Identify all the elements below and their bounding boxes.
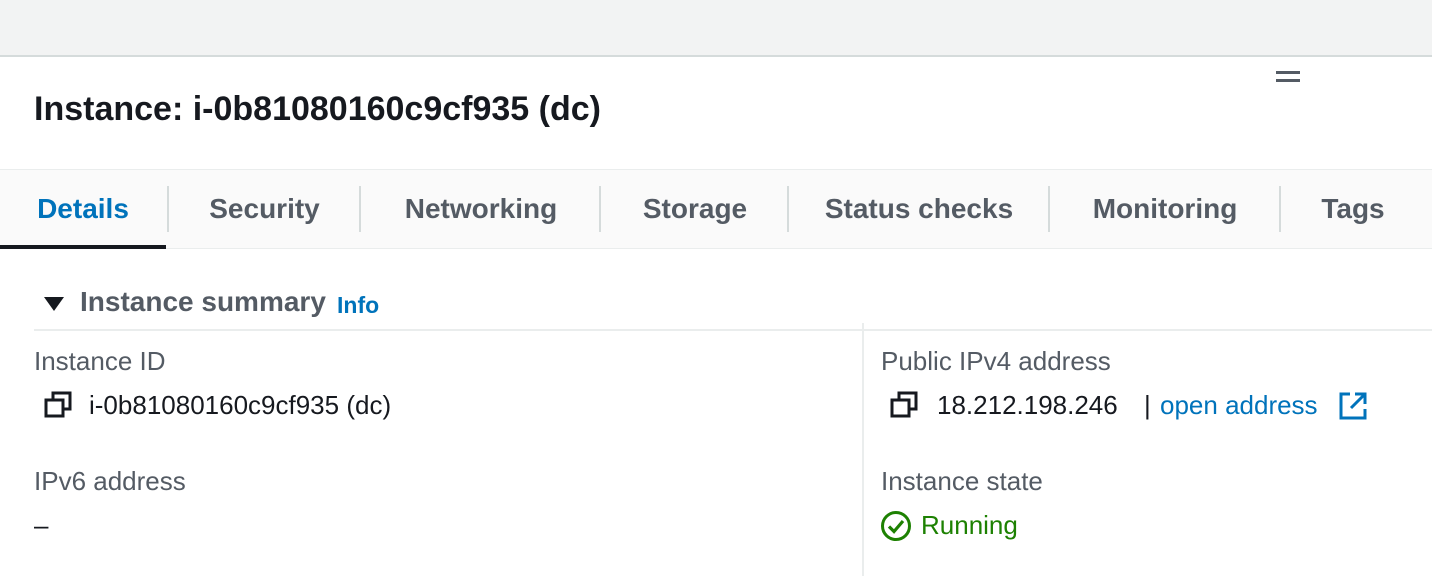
tab-storage[interactable]: Storage: [602, 170, 788, 248]
tab-divider: [359, 186, 361, 232]
public-ipv4-value: 18.212.198.246: [937, 390, 1118, 420]
tab-status-checks[interactable]: Status checks: [790, 170, 1048, 248]
external-link-icon[interactable]: [1338, 391, 1368, 421]
tab-networking[interactable]: Networking: [362, 170, 600, 248]
instance-id-value: i-0b81080160c9cf935 (dc): [89, 390, 392, 420]
value-separator: |: [1144, 390, 1151, 420]
tab-monitoring[interactable]: Monitoring: [1050, 170, 1280, 248]
public-ipv4-label: Public IPv4 address: [881, 346, 1111, 376]
drag-handle-icon[interactable]: [1276, 70, 1300, 84]
copy-icon[interactable]: [43, 391, 73, 419]
instance-id-label: Instance ID: [34, 346, 166, 376]
section-title: Instance summary: [80, 286, 326, 317]
tab-bar: Details Security Networking Storage Stat…: [0, 170, 1432, 249]
check-circle-icon: [880, 510, 912, 542]
tab-divider: [1048, 186, 1050, 232]
tab-tags[interactable]: Tags: [1282, 170, 1424, 248]
tab-divider: [599, 186, 601, 232]
ipv6-address-value: –: [34, 510, 49, 540]
open-address-link[interactable]: open address: [1160, 390, 1318, 421]
column-divider: [862, 323, 864, 576]
section-divider: [34, 329, 1432, 331]
top-bar: [0, 0, 1432, 57]
info-link[interactable]: Info: [337, 292, 379, 319]
tab-details[interactable]: Details: [0, 170, 166, 249]
copy-icon[interactable]: [889, 391, 919, 419]
instance-state-label: Instance state: [881, 466, 1043, 496]
caret-down-icon[interactable]: [44, 297, 64, 311]
ipv6-address-label: IPv6 address: [34, 466, 186, 496]
tab-divider: [1279, 186, 1281, 232]
tab-divider: [787, 186, 789, 232]
page-title: Instance: i-0b81080160c9cf935 (dc): [34, 90, 601, 128]
tab-divider: [167, 186, 169, 232]
tab-security[interactable]: Security: [169, 170, 360, 248]
instance-state-value: Running: [921, 510, 1018, 540]
